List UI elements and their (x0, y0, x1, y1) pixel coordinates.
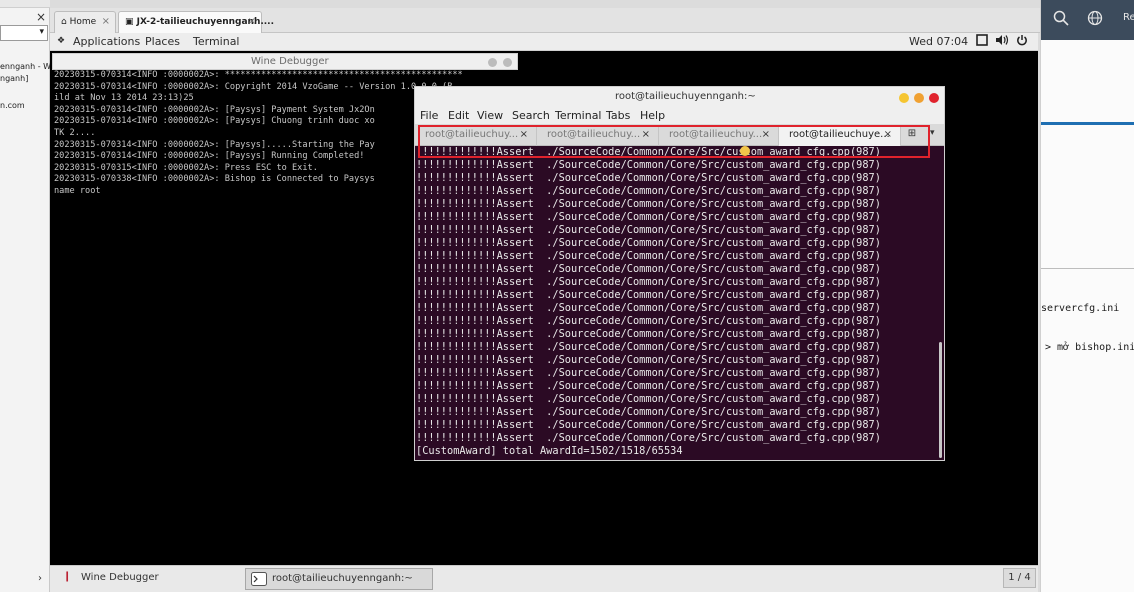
divider (1041, 122, 1134, 125)
terminal-line: !!!!!!!!!!!!!Assert ./SourceCode/Common/… (416, 172, 881, 184)
terminal-menu[interactable]: Terminal (193, 35, 240, 48)
task-terminal[interactable]: root@tailieuchuyennganh:~ (245, 568, 433, 590)
terminal-line: !!!!!!!!!!!!!Assert ./SourceCode/Common/… (416, 315, 881, 327)
host-right-label: Re (1123, 12, 1134, 23)
globe-icon[interactable] (1087, 10, 1103, 30)
terminal-icon (251, 572, 267, 589)
terminal-line: !!!!!!!!!!!!!Assert ./SourceCode/Common/… (416, 406, 881, 418)
menu-help[interactable]: Help (640, 109, 665, 122)
maximize-button[interactable] (914, 93, 924, 103)
vm-tab-jx2[interactable]: ▣ JX-2-tailieuchuyennganh.... × (118, 11, 274, 33)
clock[interactable]: Wed 07:04 (909, 35, 968, 48)
menu-terminal[interactable]: Terminal (555, 109, 602, 122)
task-label: root@tailieuchuyennganh:~ (272, 573, 413, 584)
host-left-text: n.com (0, 101, 25, 110)
window-icon[interactable] (976, 34, 988, 49)
terminal-line: !!!!!!!!!!!!!Assert ./SourceCode/Common/… (416, 276, 881, 288)
host-dropdown[interactable]: ▾ (0, 25, 48, 41)
close-button[interactable] (929, 93, 939, 103)
vm-icon: ▣ (125, 17, 134, 27)
window-title: Wine Debugger (251, 56, 329, 67)
chevron-right-icon[interactable]: › (38, 573, 42, 584)
terminal-line: !!!!!!!!!!!!!Assert ./SourceCode/Common/… (416, 289, 881, 301)
close-button[interactable] (503, 58, 512, 67)
close-icon[interactable]: × (102, 16, 110, 27)
wine-icon: ❙ (63, 571, 72, 582)
menu-edit[interactable]: Edit (448, 109, 469, 122)
host-left-panel: × ▾ ennganh - W nganh] n.com › (0, 0, 52, 592)
close-icon[interactable]: × (248, 16, 256, 27)
host-right-toolbar: Re (1041, 0, 1134, 40)
terminal-line: !!!!!!!!!!!!!Assert ./SourceCode/Common/… (416, 354, 881, 366)
wine-debugger-titlebar[interactable]: Wine Debugger (52, 53, 518, 70)
annotation-highlight-box (418, 125, 930, 158)
window-title: root@tailieuchuyennganh:~ (615, 91, 756, 102)
terminal-line: !!!!!!!!!!!!!Assert ./SourceCode/Common/… (416, 198, 881, 210)
terminal-menubar: File Edit View Search Terminal Tabs Help (415, 108, 944, 124)
screen: × ▾ ennganh - W nganh] n.com › Re server… (0, 0, 1134, 592)
close-icon[interactable]: × (36, 10, 46, 24)
terminal-line: !!!!!!!!!!!!!Assert ./SourceCode/Common/… (416, 185, 881, 197)
host-left-text: ennganh - W (0, 62, 52, 71)
applications-menu[interactable]: Applications (73, 35, 140, 48)
vm-tab-bar: ⌂ Home × ▣ JX-2-tailieuchuyennganh.... × (50, 8, 1040, 33)
workspace-indicator[interactable]: 1 / 4 (1003, 568, 1036, 588)
terminal-line: !!!!!!!!!!!!!Assert ./SourceCode/Common/… (416, 211, 881, 223)
terminal-titlebar[interactable]: root@tailieuchuyennganh:~ (415, 87, 944, 108)
terminal-line: !!!!!!!!!!!!!Assert ./SourceCode/Common/… (416, 263, 881, 275)
terminal-line: !!!!!!!!!!!!!Assert ./SourceCode/Common/… (416, 302, 881, 314)
terminal-line: !!!!!!!!!!!!!Assert ./SourceCode/Common/… (416, 380, 881, 392)
terminal-line: !!!!!!!!!!!!!Assert ./SourceCode/Common/… (416, 159, 881, 171)
terminal-line: !!!!!!!!!!!!!Assert ./SourceCode/Common/… (416, 419, 881, 431)
terminal-line: !!!!!!!!!!!!!Assert ./SourceCode/Common/… (416, 224, 881, 236)
scrollbar-thumb[interactable] (939, 342, 942, 458)
minimize-button[interactable] (899, 93, 909, 103)
host-left-toolbar (0, 0, 50, 8)
menu-tabs[interactable]: Tabs (606, 109, 630, 122)
terminal-output[interactable]: !!!!!!!!!!!!!Assert ./SourceCode/Common/… (415, 146, 937, 460)
terminal-line: !!!!!!!!!!!!!Assert ./SourceCode/Common/… (416, 432, 881, 444)
places-menu[interactable]: Places (145, 35, 180, 48)
chevron-down-icon[interactable]: ▾ (930, 128, 935, 138)
menu-search[interactable]: Search (512, 109, 550, 122)
volume-icon[interactable] (995, 34, 1009, 49)
task-label: Wine Debugger (81, 572, 159, 583)
terminal-line: [CustomAward] total AwardId=1502/1518/65… (416, 445, 683, 457)
chevron-down-icon: ▾ (39, 27, 44, 37)
console-line: 20230315-070314<INFO :0000002A>: *******… (54, 70, 463, 80)
terminal-line: !!!!!!!!!!!!!Assert ./SourceCode/Common/… (416, 328, 881, 340)
vm-tab-label: Home (69, 17, 97, 27)
terminal-line: !!!!!!!!!!!!!Assert ./SourceCode/Common/… (416, 367, 881, 379)
host-left-text: nganh] (0, 74, 29, 83)
note-line: > mở bishop.ini (1045, 342, 1134, 353)
minimize-button[interactable] (488, 58, 497, 67)
home-icon: ⌂ (61, 17, 67, 27)
terminal-line: !!!!!!!!!!!!!Assert ./SourceCode/Common/… (416, 237, 881, 249)
terminal-line: !!!!!!!!!!!!!Assert ./SourceCode/Common/… (416, 341, 881, 353)
vm-tab-home[interactable]: ⌂ Home × (54, 11, 116, 33)
host-right-panel: Re servercfg.ini > mở bishop.ini (1040, 0, 1134, 592)
terminal-scrollbar[interactable] (938, 146, 944, 460)
search-icon[interactable] (1053, 10, 1069, 30)
power-icon[interactable] (1016, 34, 1028, 49)
menu-file[interactable]: File (420, 109, 438, 122)
terminal-line: !!!!!!!!!!!!!Assert ./SourceCode/Common/… (416, 250, 881, 262)
gnome-top-bar: ❖ Applications Places Terminal Wed 07:04 (50, 33, 1038, 51)
mouse-cursor (740, 146, 750, 156)
note-line: servercfg.ini (1041, 303, 1120, 314)
applications-icon: ❖ (57, 36, 66, 46)
terminal-line: !!!!!!!!!!!!!Assert ./SourceCode/Common/… (416, 393, 881, 405)
divider (1041, 268, 1134, 269)
task-wine-debugger[interactable]: ❙ Wine Debugger (55, 568, 240, 590)
menu-view[interactable]: View (477, 109, 503, 122)
taskbar: ❙ Wine Debugger root@tailieuchuyennganh:… (50, 565, 1038, 592)
